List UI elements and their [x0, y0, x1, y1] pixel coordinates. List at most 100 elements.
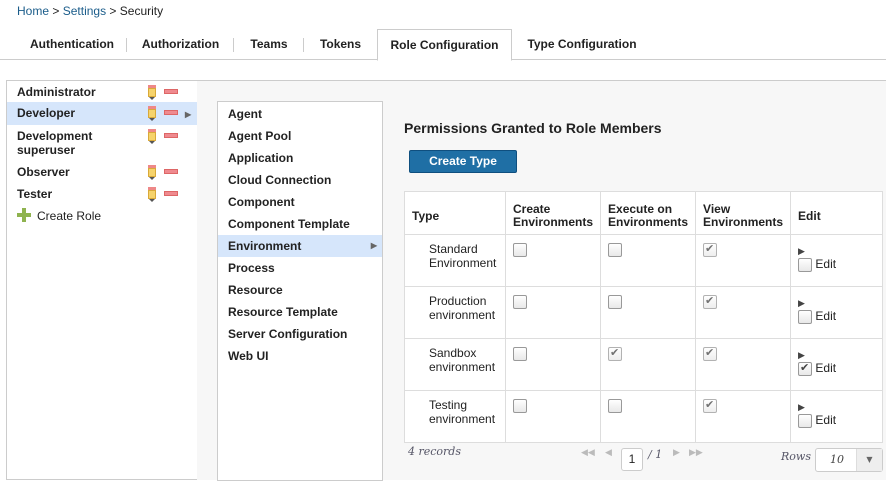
role-item[interactable]: Tester: [7, 183, 197, 204]
create-role-button[interactable]: Create Role: [17, 208, 101, 223]
create-type-button[interactable]: Create Type: [409, 150, 517, 173]
role-item[interactable]: Administrator: [7, 81, 197, 102]
column-header: Create Environments: [504, 191, 602, 235]
delete-icon[interactable]: [164, 191, 178, 196]
edit-checkbox[interactable]: [798, 309, 813, 324]
edit-label: Edit: [815, 361, 837, 375]
page-input[interactable]: 1: [621, 448, 643, 471]
resource-item[interactable]: Agent: [218, 103, 382, 125]
tab-tokens[interactable]: Tokens: [304, 29, 377, 60]
column-header: Type: [404, 191, 506, 235]
role-item[interactable]: Developer ▶: [7, 102, 197, 125]
resource-item[interactable]: Cloud Connection: [218, 169, 382, 191]
resource-item[interactable]: Agent Pool: [218, 125, 382, 147]
type-cell: Sandbox environment: [404, 338, 506, 391]
breadcrumb: Home > Settings > Security: [17, 4, 163, 18]
resource-item[interactable]: Web UI: [218, 345, 382, 367]
breadcrumb-current: Security: [119, 4, 164, 18]
resource-name: Process: [228, 261, 275, 275]
rows-label: Rows: [781, 450, 811, 463]
delete-icon[interactable]: [164, 169, 178, 174]
edit-label: Edit: [815, 413, 837, 427]
page-total: / 1: [648, 448, 663, 461]
create-checkbox[interactable]: [513, 242, 527, 257]
edit-checkbox[interactable]: [798, 361, 813, 376]
resource-name: Resource Template: [228, 305, 338, 319]
expand-icon[interactable]: ▶: [798, 402, 875, 413]
view-checkbox[interactable]: [703, 398, 718, 413]
tab-type-configuration[interactable]: Type Configuration: [512, 29, 652, 60]
tab-authorization[interactable]: Authorization: [127, 29, 234, 60]
rows-per-page-select[interactable]: 10 ▼: [815, 448, 883, 472]
resource-item[interactable]: Component: [218, 191, 382, 213]
expand-icon[interactable]: ▶: [798, 246, 875, 257]
resource-list: Agent Agent Pool Application Cloud Connecti…: [217, 101, 383, 481]
resource-name: Agent: [228, 107, 262, 121]
resource-item[interactable]: Environment ▶: [218, 235, 382, 257]
chevron-down-icon: ▼: [856, 449, 882, 471]
next-page-button[interactable]: ▶: [673, 447, 680, 458]
pencil-icon[interactable]: [148, 129, 156, 144]
breadcrumb-settings[interactable]: Settings: [63, 4, 106, 18]
resource-item[interactable]: Server Configuration: [218, 323, 382, 345]
edit-checkbox[interactable]: [798, 257, 813, 272]
prev-page-button[interactable]: ◀: [605, 447, 612, 458]
resource-item[interactable]: Resource Template: [218, 301, 382, 323]
create-checkbox[interactable]: [513, 346, 527, 361]
resource-item[interactable]: Application: [218, 147, 382, 169]
pencil-icon[interactable]: [148, 85, 156, 100]
table-row: Production environment ▶ Edit: [404, 286, 883, 339]
pencil-icon[interactable]: [148, 106, 156, 121]
resource-name: Cloud Connection: [228, 173, 332, 187]
execute-checkbox[interactable]: [608, 242, 623, 257]
breadcrumb-separator: >: [52, 4, 60, 18]
role-name: Developer: [17, 106, 76, 120]
view-checkbox[interactable]: [703, 294, 718, 309]
role-item[interactable]: Development superuser: [7, 125, 197, 160]
expand-icon[interactable]: ▶: [798, 298, 875, 309]
table-row: Standard Environment ▶ Edit: [404, 234, 883, 287]
create-checkbox[interactable]: [513, 294, 527, 309]
resource-name: Component Template: [228, 217, 350, 231]
edit-label: Edit: [815, 257, 837, 271]
role-name: Tester: [17, 187, 53, 201]
view-checkbox[interactable]: [703, 346, 718, 361]
expand-icon[interactable]: ▶: [798, 350, 875, 361]
edit-checkbox[interactable]: [798, 413, 813, 428]
role-detail: Agent Agent Pool Application Cloud Connecti…: [197, 80, 886, 481]
tab-teams[interactable]: Teams: [234, 29, 304, 60]
execute-checkbox[interactable]: [608, 398, 623, 413]
resource-item[interactable]: Component Template: [218, 213, 382, 235]
plus-icon: [17, 208, 31, 222]
delete-icon[interactable]: [164, 110, 178, 115]
last-page-button[interactable]: ▶▶: [689, 447, 703, 458]
delete-icon[interactable]: [164, 89, 178, 94]
breadcrumb-home[interactable]: Home: [17, 4, 49, 18]
tab-authentication[interactable]: Authentication: [17, 29, 127, 60]
resource-item[interactable]: Process: [218, 257, 382, 279]
role-item[interactable]: Observer: [7, 161, 197, 182]
first-page-button[interactable]: ◀◀: [581, 447, 595, 458]
execute-checkbox[interactable]: [608, 294, 623, 309]
execute-checkbox[interactable]: [608, 346, 623, 361]
resource-name: Web UI: [228, 349, 269, 363]
resource-item[interactable]: Resource: [218, 279, 382, 301]
resource-name: Application: [228, 151, 294, 165]
type-cell: Standard Environment: [404, 234, 506, 287]
permissions-table: Type Create Environments Execute on Envi…: [404, 191, 883, 443]
delete-icon[interactable]: [164, 133, 178, 138]
rows-value: 10: [830, 453, 844, 466]
arrow-right-icon: ▶: [185, 110, 192, 119]
role-name: Observer: [17, 165, 70, 179]
resource-name: Agent Pool: [228, 129, 292, 143]
view-checkbox[interactable]: [703, 242, 718, 257]
role-name: Administrator: [17, 85, 96, 99]
create-checkbox[interactable]: [513, 398, 527, 413]
resource-name: Resource: [228, 283, 283, 297]
tab-role-configuration[interactable]: Role Configuration: [377, 29, 512, 61]
record-count: 4 records: [408, 445, 461, 458]
type-cell: Testing environment: [404, 390, 506, 443]
resource-name: Server Configuration: [228, 327, 348, 341]
pencil-icon[interactable]: [148, 187, 156, 202]
pencil-icon[interactable]: [148, 165, 156, 180]
